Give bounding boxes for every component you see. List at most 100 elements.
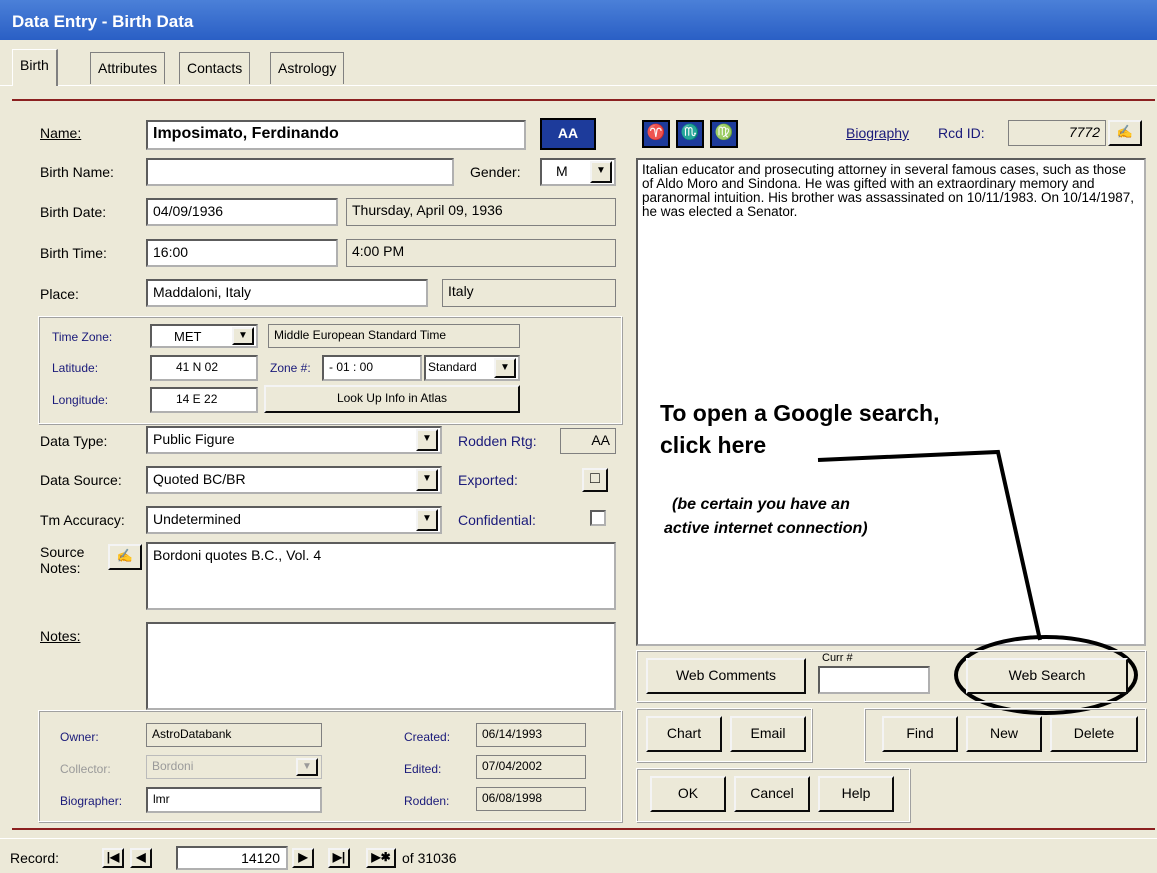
birth-date-label: Birth Date: — [40, 204, 107, 220]
gender-label: Gender: — [470, 164, 521, 180]
last-record-icon[interactable]: ▶| — [328, 848, 350, 868]
rodden-label: Rodden: — [404, 794, 450, 808]
signature-icon[interactable]: ✍ — [1108, 120, 1142, 146]
previous-record-icon[interactable]: ◀ — [130, 848, 152, 868]
record-total: of 31036 — [402, 850, 457, 866]
place-label: Place: — [40, 286, 79, 302]
collector-label: Collector: — [60, 762, 111, 776]
birth-time-field[interactable]: 16:00 — [146, 239, 338, 267]
owner-field: AstroDatabank — [146, 723, 322, 747]
annotation-headline-2: click here — [660, 432, 767, 458]
birth-name-field[interactable] — [146, 158, 454, 186]
tab-strip — [0, 40, 1157, 86]
chart-button[interactable]: Chart — [646, 716, 722, 752]
birth-time-long: 4:00 PM — [346, 239, 616, 267]
window: Data Entry - Birth Data Birth Attributes… — [0, 0, 1157, 873]
tab-birth[interactable]: Birth — [12, 49, 58, 86]
country-field: Italy — [442, 279, 616, 307]
new-record-icon[interactable]: ▶✱ — [366, 848, 396, 868]
biographer-label: Biographer: — [60, 794, 123, 808]
birth-time-label: Birth Time: — [40, 245, 107, 261]
cancel-button[interactable]: Cancel — [734, 776, 810, 812]
rodden-rating-field: AA — [560, 428, 616, 454]
tab-astrology[interactable]: Astrology — [270, 52, 345, 84]
data-source-select[interactable]: Quoted BC/BR — [146, 466, 442, 494]
rcd-id-field: 7772 — [1008, 120, 1106, 146]
gender-dropdown-icon[interactable]: ▼ — [590, 161, 612, 183]
latitude-label: Latitude: — [52, 361, 99, 375]
web-search-button[interactable]: Web Search — [966, 658, 1128, 694]
time-zone-long: Middle European Standard Time — [268, 324, 520, 348]
look-up-atlas-button[interactable]: Look Up Info in Atlas — [264, 385, 520, 413]
window-title: Data Entry - Birth Data — [0, 0, 1157, 40]
zone-offset-field[interactable]: - 01 : 00 — [322, 355, 422, 381]
created-field: 06/14/1993 — [476, 723, 586, 747]
delete-button[interactable]: Delete — [1050, 716, 1138, 752]
bottom-divider — [12, 828, 1155, 830]
zone-num-label: Zone #: — [270, 361, 311, 375]
biography-link[interactable]: Biography — [846, 125, 909, 141]
time-zone-label: Time Zone: — [52, 330, 113, 344]
collector-dropdown-icon: ▼ — [296, 758, 318, 776]
name-format-button[interactable]: AA — [540, 118, 596, 150]
birth-date-field[interactable]: 04/09/1936 — [146, 198, 338, 226]
email-button[interactable]: Email — [730, 716, 806, 752]
next-record-icon[interactable]: ▶ — [292, 848, 314, 868]
name-field[interactable]: Imposimato, Ferdinando — [146, 120, 526, 150]
birth-name-label: Birth Name: — [40, 164, 114, 180]
confidential-checkbox[interactable] — [590, 510, 606, 526]
longitude-label: Longitude: — [52, 393, 109, 407]
exported-checkbox[interactable]: □ — [582, 468, 608, 492]
help-button[interactable]: Help — [818, 776, 894, 812]
ok-button[interactable]: OK — [650, 776, 726, 812]
annotation-note-1: (be certain you have an — [672, 496, 850, 513]
source-notes-field[interactable]: Bordoni quotes B.C., Vol. 4 — [146, 542, 616, 610]
time-zone-dropdown-icon[interactable]: ▼ — [232, 327, 254, 345]
latitude-field[interactable]: 41 N 02 — [150, 355, 258, 381]
aries-icon[interactable]: ♈ — [642, 120, 670, 148]
find-button[interactable]: Find — [882, 716, 958, 752]
record-navigation-bar — [0, 838, 1157, 873]
data-source-label: Data Source: — [40, 472, 122, 488]
name-label: Name: — [40, 125, 82, 141]
new-button[interactable]: New — [966, 716, 1042, 752]
rcd-id-label: Rcd ID: — [938, 125, 985, 141]
scorpio-icon[interactable]: ♏ — [676, 120, 704, 148]
edited-label: Edited: — [404, 762, 442, 776]
confidential-label: Confidential: — [458, 512, 536, 528]
tab-contacts[interactable]: Contacts — [179, 52, 251, 84]
data-type-select[interactable]: Public Figure — [146, 426, 442, 454]
annotation-note-2: active internet connection) — [664, 520, 868, 537]
curr-num-label: Curr # — [822, 652, 853, 664]
data-type-label: Data Type: — [40, 433, 108, 449]
record-number-field[interactable]: 14120 — [176, 846, 288, 870]
tm-accuracy-dropdown-icon[interactable]: ▼ — [416, 509, 438, 531]
tm-accuracy-select[interactable]: Undetermined — [146, 506, 442, 534]
notes-field[interactable] — [146, 622, 616, 710]
edited-field: 07/04/2002 — [476, 755, 586, 779]
created-label: Created: — [404, 730, 451, 744]
owner-label: Owner: — [60, 730, 99, 744]
signature-icon[interactable]: ✍ — [108, 544, 142, 570]
data-source-dropdown-icon[interactable]: ▼ — [416, 469, 438, 491]
zone-type-dropdown-icon[interactable]: ▼ — [494, 358, 516, 378]
longitude-field[interactable]: 14 E 22 — [150, 387, 258, 413]
tab-attributes[interactable]: Attributes — [90, 52, 166, 84]
birth-date-long: Thursday, April 09, 1936 — [346, 198, 616, 226]
top-divider — [12, 99, 1155, 101]
exported-label: Exported: — [458, 472, 518, 488]
rodden-rtg-label: Rodden Rtg: — [458, 433, 537, 449]
curr-num-field[interactable] — [818, 666, 930, 694]
rodden-date-field: 06/08/1998 — [476, 787, 586, 811]
annotation-headline-1: To open a Google search, — [660, 400, 940, 426]
data-type-dropdown-icon[interactable]: ▼ — [416, 429, 438, 451]
notes-label: Notes: — [40, 628, 81, 644]
place-field[interactable]: Maddaloni, Italy — [146, 279, 428, 307]
tm-accuracy-label: Tm Accuracy: — [40, 512, 125, 528]
source-notes-label: Source Notes: — [40, 544, 85, 576]
virgo-icon[interactable]: ♍ — [710, 120, 738, 148]
first-record-icon[interactable]: |◀ — [102, 848, 124, 868]
biographer-field[interactable]: lmr — [146, 787, 322, 813]
web-comments-button[interactable]: Web Comments — [646, 658, 806, 694]
record-label: Record: — [10, 850, 60, 866]
